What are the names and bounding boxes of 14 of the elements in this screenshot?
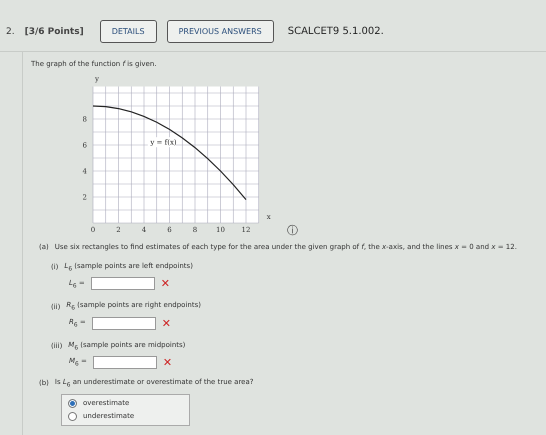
points-label: [3/6 Points] [24,26,84,36]
answer-field[interactable] [90,277,155,290]
answer-field[interactable] [92,356,157,370]
question-number: 2. [6,26,15,36]
radio-button[interactable] [68,398,77,408]
cross-icon: ✕ [162,356,172,370]
details-button[interactable]: DETAILS [100,20,157,43]
previous-answers-button[interactable]: PREVIOUS ANSWERS [166,20,274,43]
radio-button[interactable] [68,412,77,421]
info-icon[interactable]: ⓘ [287,223,298,238]
source-label: SCALCET9 5.1.002. [288,26,384,37]
cross-icon: ✕ [162,316,171,330]
cross-icon: ✕ [160,277,170,290]
answer-field[interactable] [92,316,156,330]
